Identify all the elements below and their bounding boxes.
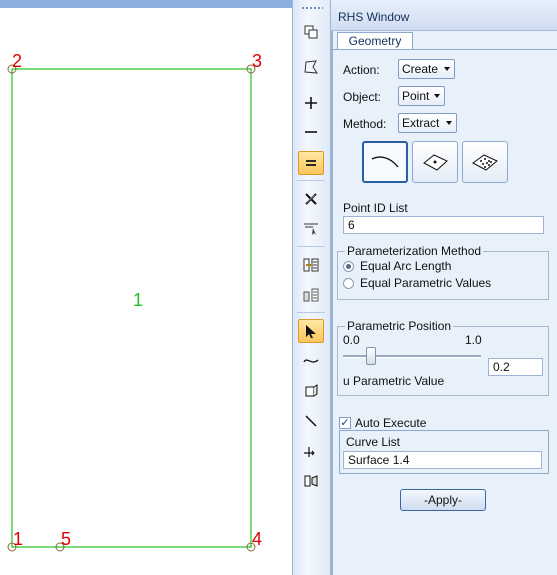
u-parametric-value-input[interactable]: 0.2 — [488, 358, 543, 376]
point-id-list-label: Point ID List — [343, 201, 408, 215]
transfer-icon[interactable] — [298, 253, 324, 277]
tab-underline — [333, 49, 557, 50]
vertical-toolbar — [292, 0, 331, 575]
panel-title: RHS Window — [338, 10, 410, 24]
mirror-icon[interactable] — [298, 469, 324, 493]
vertex-label-1: 1 — [13, 529, 24, 549]
toolbar-separator — [297, 180, 325, 181]
line-icon[interactable] — [298, 409, 324, 433]
transfer-alt-icon[interactable] — [298, 283, 324, 307]
equal-arc-length-radio[interactable] — [343, 261, 354, 272]
surface-edges — [11, 68, 252, 548]
toolbar-grip[interactable] — [301, 6, 323, 10]
method-select[interactable]: Extract — [398, 113, 457, 133]
curve-list-label: Curve List — [346, 435, 401, 449]
chevron-down-icon — [446, 121, 452, 125]
equal-icon[interactable] — [298, 151, 324, 175]
auto-execute-checkbox[interactable]: ✓ — [339, 417, 351, 429]
filter-icon[interactable] — [298, 217, 324, 241]
mesh-mode-button[interactable] — [462, 141, 508, 183]
object-label: Object: — [343, 90, 382, 104]
vertex-label-2: 2 — [12, 51, 23, 71]
toolbar-separator — [297, 312, 325, 313]
chevron-down-icon — [444, 67, 450, 71]
vertex-label-4: 4 — [252, 529, 263, 549]
solid-icon[interactable] — [298, 379, 324, 403]
action-select[interactable]: Create — [398, 59, 455, 79]
action-value: Create — [402, 62, 439, 76]
toolbar-separator — [297, 246, 325, 247]
parametric-slider-thumb[interactable] — [365, 347, 376, 365]
object-value: Point — [402, 89, 430, 103]
lasso-icon[interactable] — [298, 55, 324, 79]
vertex-label-3: 3 — [252, 51, 263, 71]
model-canvas[interactable] — [0, 0, 292, 575]
parametric-position-legend: Parametric Position — [345, 319, 454, 333]
vertex-label-5: 5 — [61, 529, 72, 549]
curve-icon[interactable] — [298, 349, 324, 373]
delete-x-icon[interactable] — [298, 187, 324, 211]
equal-parametric-values-radio[interactable] — [343, 278, 354, 289]
parameterization-method-legend: Parameterization Method — [345, 244, 484, 258]
surface-mode-button[interactable] — [412, 141, 458, 183]
minus-icon[interactable] — [298, 120, 324, 144]
plus-icon[interactable] — [298, 91, 324, 115]
tab-geometry[interactable]: Geometry — [337, 32, 413, 50]
surface-label: 1 — [133, 290, 144, 310]
curve-icon — [371, 156, 399, 168]
curve-list-input[interactable]: Surface 1.4 — [343, 451, 542, 469]
slider-max-label: 1.0 — [465, 333, 482, 347]
parametric-slider-track[interactable] — [343, 355, 481, 358]
slider-min-label: 0.0 — [343, 333, 360, 347]
curve-mode-button[interactable] — [362, 141, 408, 183]
surface-icon — [423, 154, 448, 171]
object-select[interactable]: Point — [398, 86, 445, 106]
action-label: Action: — [343, 63, 380, 77]
method-value: Extract — [402, 116, 440, 130]
panel-title-bar: RHS Window — [331, 0, 557, 31]
point-id-list-input[interactable]: 6 — [343, 216, 544, 234]
auto-execute-label: Auto Execute — [355, 416, 427, 430]
apply-button[interactable]: -Apply- — [400, 489, 486, 511]
chevron-down-icon — [434, 94, 440, 98]
method-label: Method: — [343, 117, 387, 131]
equal-arc-length-label: Equal Arc Length — [360, 259, 452, 273]
equal-parametric-values-label: Equal Parametric Values — [360, 276, 492, 290]
move-icon[interactable] — [298, 439, 324, 463]
copy-icon[interactable] — [298, 20, 324, 44]
graphics-viewport[interactable]: 2 3 1 5 4 1 — [0, 0, 292, 575]
u-parametric-value-label: u Parametric Value — [343, 374, 445, 388]
panel-border — [331, 0, 333, 575]
select-arrow-icon[interactable] — [298, 319, 324, 343]
mesh-icon — [472, 154, 498, 171]
